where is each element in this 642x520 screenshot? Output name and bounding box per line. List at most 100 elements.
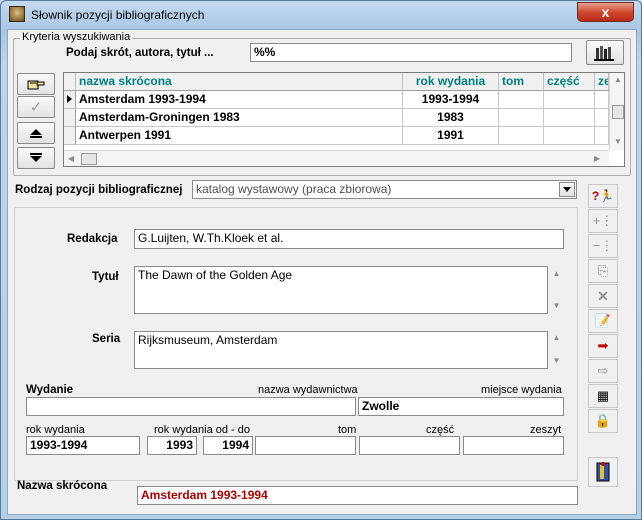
grid-horizontal-scrollbar[interactable]: ◀ ▶ — [64, 150, 609, 166]
tom-field[interactable] — [255, 436, 356, 455]
table-row-name[interactable]: Amsterdam 1993-1994 — [76, 91, 403, 109]
table-row-czesc[interactable] — [544, 109, 595, 127]
grid-corner — [64, 73, 76, 91]
rok-field[interactable]: 1993-1994 — [26, 436, 140, 455]
rok-od-do-label: rok wydania od - do — [154, 424, 250, 436]
rok-label: rok wydania — [26, 424, 85, 436]
lock-button[interactable]: 🔒 — [588, 409, 618, 433]
rok-od-field[interactable]: 1993 — [147, 436, 197, 455]
vertical-scroll-thumb[interactable] — [612, 105, 624, 119]
export-arrow-icon: ⇨ — [597, 363, 609, 378]
library-books-icon — [594, 45, 614, 61]
scroll-up-arrow-icon[interactable]: ▲ — [610, 75, 624, 84]
type-label: Rodzaj pozycji bibliograficznej — [15, 184, 183, 196]
exit-button[interactable] — [588, 457, 618, 487]
search-prompt: Podaj skrót, autora, tytuł ... — [66, 47, 214, 59]
import-button[interactable]: ➡ — [588, 334, 618, 358]
scroll-right-arrow-icon[interactable]: ▶ — [594, 154, 600, 163]
move-up-button[interactable] — [17, 122, 55, 144]
add-record-button[interactable]: +⋮ — [588, 209, 618, 233]
table-row-year[interactable]: 1991 — [403, 127, 499, 145]
scroll-down-arrow-icon[interactable]: ▼ — [549, 301, 564, 310]
seria-field[interactable]: Rijksmuseum, Amsterdam — [134, 331, 548, 369]
table-row-czesc[interactable] — [544, 91, 595, 109]
tytul-scrollbar[interactable]: ▲ ▼ — [549, 266, 564, 314]
app-icon — [9, 6, 25, 22]
seria-scrollbar[interactable]: ▲ ▼ — [549, 331, 564, 369]
scroll-up-arrow-icon[interactable]: ▲ — [549, 333, 564, 342]
move-down-button[interactable] — [17, 147, 55, 169]
results-grid[interactable]: nazwa skrócona rok wydania tom część ze … — [63, 72, 625, 167]
type-dropdown-button[interactable] — [559, 182, 575, 197]
czesc-label: część — [426, 424, 455, 436]
table-row-zeszyt[interactable] — [595, 109, 609, 127]
pointing-hand-icon — [27, 80, 45, 90]
scroll-left-arrow-icon[interactable]: ◀ — [68, 154, 74, 163]
scroll-down-arrow-icon[interactable]: ▼ — [549, 356, 564, 365]
arrow-down-icon — [30, 153, 42, 162]
wydawnictwo-label: nazwa wydawnictwa — [258, 384, 358, 396]
redakcja-label: Redakcja — [67, 233, 118, 245]
search-group-label: Kryteria wyszukiwania — [20, 31, 133, 43]
column-header-zeszyt[interactable]: ze — [595, 73, 609, 91]
calculator-button[interactable]: ▦ — [588, 384, 618, 408]
close-button[interactable]: x — [577, 2, 634, 22]
remove-record-button[interactable]: −⋮ — [588, 234, 618, 258]
tytul-label: Tytuł — [92, 271, 119, 283]
horizontal-scroll-thumb[interactable] — [81, 153, 97, 165]
table-row-zeszyt[interactable] — [595, 127, 609, 145]
tytul-field[interactable]: The Dawn of the Golden Age — [134, 266, 548, 314]
edit-document-button[interactable]: 📝 — [588, 309, 618, 333]
column-header-name[interactable]: nazwa skrócona — [76, 73, 403, 91]
help-runner-icon: ?🏃 — [591, 189, 615, 203]
table-row-zeszyt[interactable] — [595, 91, 609, 109]
current-row-arrow-icon — [67, 95, 72, 103]
calculator-icon: ▦ — [596, 388, 610, 403]
exit-door-icon — [596, 462, 610, 482]
select-record-button[interactable] — [17, 73, 55, 95]
wydawnictwo-field[interactable] — [26, 397, 356, 416]
scroll-up-arrow-icon[interactable]: ▲ — [549, 269, 564, 278]
miejsce-label: miejsce wydania — [481, 384, 562, 396]
delete-button[interactable]: ✕ — [588, 284, 618, 308]
help-button[interactable]: ?🏃 — [588, 184, 618, 208]
table-row-year[interactable]: 1983 — [403, 109, 499, 127]
search-input[interactable]: %% — [250, 43, 572, 62]
table-row-name[interactable]: Amsterdam-Groningen 1983 — [76, 109, 403, 127]
window-title: Słownik pozycji bibliograficznych — [31, 8, 205, 22]
table-row-name[interactable]: Antwerpen 1991 — [76, 127, 403, 145]
column-header-tom[interactable]: tom — [499, 73, 544, 91]
grid-vertical-scrollbar[interactable]: ▲ ▼ — [609, 73, 624, 150]
row-indicator[interactable] — [64, 91, 76, 109]
table-row-tom[interactable] — [499, 91, 544, 109]
row-indicator[interactable] — [64, 127, 76, 145]
type-select[interactable]: katalog wystawowy (praca zbiorowa) — [192, 180, 577, 199]
table-row-tom[interactable] — [499, 127, 544, 145]
confirm-button[interactable]: ✓ — [17, 96, 55, 118]
table-row-year[interactable]: 1993-1994 — [403, 91, 499, 109]
chevron-down-icon — [563, 186, 571, 192]
column-header-year[interactable]: rok wydania — [403, 73, 499, 91]
zeszyt-label: zeszyt — [530, 424, 562, 436]
client-area: Kryteria wyszukiwania Podaj skrót, autor… — [7, 29, 637, 515]
scroll-down-arrow-icon[interactable]: ▼ — [610, 137, 624, 146]
remove-row-icon: −⋮ — [592, 238, 614, 253]
copy-icon: ⎘ — [597, 263, 609, 278]
table-row-czesc[interactable] — [544, 127, 595, 145]
copy-button[interactable]: ⎘ — [588, 259, 618, 283]
miejsce-field[interactable]: Zwolle — [358, 397, 564, 416]
table-row-tom[interactable] — [499, 109, 544, 127]
checkmark-icon: ✓ — [29, 99, 43, 116]
column-header-czesc[interactable]: część — [544, 73, 595, 91]
tom-label: tom — [338, 424, 357, 436]
nazwa-label: Nazwa skrócona — [17, 480, 108, 492]
rok-do-field[interactable]: 1994 — [203, 436, 253, 455]
export-button[interactable]: ⇨ — [588, 359, 618, 383]
nazwa-field[interactable]: Amsterdam 1993-1994 — [137, 486, 578, 505]
row-indicator[interactable] — [64, 109, 76, 127]
import-arrow-icon: ➡ — [597, 338, 609, 353]
zeszyt-field[interactable] — [463, 436, 564, 455]
czesc-field[interactable] — [359, 436, 460, 455]
search-button[interactable] — [586, 40, 624, 65]
redakcja-field[interactable]: G.Luijten, W.Th.Kloek et al. — [134, 229, 564, 249]
